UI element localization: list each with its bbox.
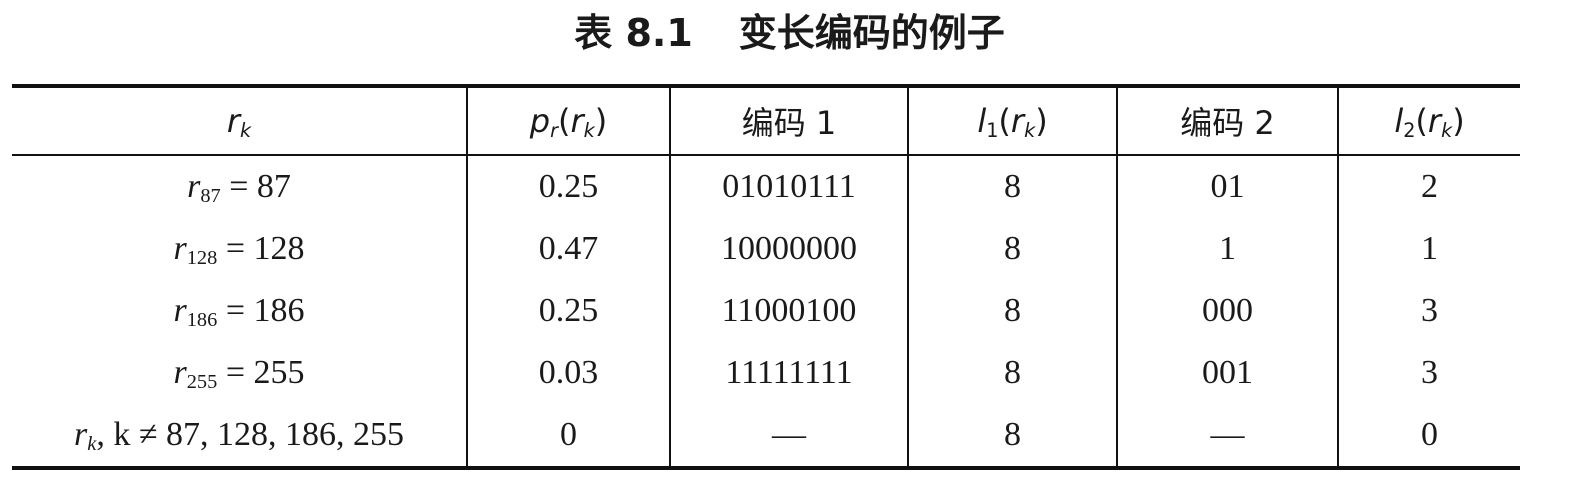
intensity-value: = 186: [217, 292, 305, 329]
cell-length1: 8: [907, 342, 1117, 404]
cell-code2: 000: [1116, 280, 1338, 342]
cell-code2: 01: [1116, 155, 1338, 218]
cell-code1: —: [669, 404, 908, 468]
cell-length2: 3: [1337, 342, 1520, 404]
variable-length-code-table: rk pr(rk) 编码 1 l1(rk) 编码 2 l2(rk) r87 = 87 0.2…: [12, 84, 1520, 470]
intensity-value: = 255: [217, 354, 305, 391]
symbol-argument: r: [1010, 102, 1025, 140]
intensity-subscript: 128: [186, 247, 218, 270]
table-row: r128 = 128 0.47 10000000 8 1 1: [12, 218, 1520, 280]
cell-code1: 10000000: [669, 218, 908, 280]
table-row: r87 = 87 0.25 01010111 8 01 2: [12, 155, 1520, 218]
symbol-subscript: 1: [986, 118, 999, 142]
header-l1: l1(rk): [907, 86, 1117, 156]
intensity-value: = 87: [220, 168, 291, 205]
cell-intensity: r255 = 255: [12, 342, 467, 404]
header-row: rk pr(rk) 编码 1 l1(rk) 编码 2 l2(rk): [12, 86, 1520, 156]
cell-probability: 0.47: [466, 218, 670, 280]
symbol-base: l: [977, 102, 987, 140]
argument-subscript: k: [1441, 118, 1453, 142]
symbol-r: r: [173, 230, 187, 267]
header-l2: l2(rk): [1337, 86, 1520, 156]
intensity-subscript: 255: [186, 371, 218, 394]
header-code2: 编码 2: [1116, 86, 1338, 156]
cell-length2: 3: [1337, 280, 1520, 342]
cell-intensity: r87 = 87: [12, 155, 467, 218]
intensity-subscript: k: [87, 433, 97, 456]
symbol-subscript: r: [550, 118, 558, 142]
intensity-value: = 128: [217, 230, 305, 267]
table-row: r255 = 255 0.03 11111111 8 001 3: [12, 342, 1520, 404]
symbol-argument: r: [570, 102, 584, 140]
table-body: r87 = 87 0.25 01010111 8 01 2 r128 = 128 0.47 10…: [12, 155, 1520, 468]
cell-code1: 01010111: [669, 155, 908, 218]
subscript-k: k: [240, 118, 252, 142]
table-row: r186 = 186 0.25 11000100 8 000 3: [12, 280, 1520, 342]
header-rk: rk: [12, 86, 467, 156]
table-title: 变长编码的例子: [738, 11, 1005, 55]
cell-probability: 0.03: [466, 342, 670, 404]
symbol-r: r: [226, 102, 241, 140]
intensity-value: , k ≠ 87, 128, 186, 255: [96, 416, 404, 453]
cell-code2: 1: [1116, 218, 1338, 280]
cell-length2: 1: [1337, 218, 1520, 280]
symbol-base: l: [1394, 102, 1404, 140]
argument-subscript: k: [1024, 118, 1036, 142]
symbol-subscript: 2: [1403, 118, 1416, 142]
symbol-r: r: [74, 416, 88, 453]
intensity-subscript: 87: [200, 185, 221, 208]
symbol-r: r: [173, 354, 187, 391]
cell-probability: 0.25: [466, 280, 670, 342]
symbol-base: p: [529, 102, 551, 140]
cell-length1: 8: [907, 404, 1117, 468]
cell-length1: 8: [907, 218, 1117, 280]
argument-subscript: k: [583, 118, 595, 142]
cell-intensity: r128 = 128: [12, 218, 467, 280]
cell-code2: 001: [1116, 342, 1338, 404]
cell-intensity: r186 = 186: [12, 280, 467, 342]
symbol-r: r: [173, 292, 187, 329]
cell-code1: 11111111: [669, 342, 908, 404]
table-number: 表 8.1: [574, 11, 693, 55]
cell-length1: 8: [907, 280, 1117, 342]
header-code1: 编码 1: [669, 86, 908, 156]
intensity-subscript: 186: [186, 309, 218, 332]
cell-length2: 2: [1337, 155, 1520, 218]
symbol-argument: r: [1427, 102, 1442, 140]
cell-length1: 8: [907, 155, 1117, 218]
symbol-r: r: [187, 168, 201, 205]
cell-intensity: rk, k ≠ 87, 128, 186, 255: [12, 404, 467, 468]
cell-code2: —: [1116, 404, 1338, 468]
cell-probability: 0: [466, 404, 670, 468]
header-pr: pr(rk): [466, 86, 670, 156]
cell-probability: 0.25: [466, 155, 670, 218]
cell-length2: 0: [1337, 404, 1520, 468]
table-caption: 表 8.1 变长编码的例子: [0, 6, 1579, 60]
table-row: rk, k ≠ 87, 128, 186, 255 0—8—0: [12, 404, 1520, 468]
cell-code1: 11000100: [669, 280, 908, 342]
